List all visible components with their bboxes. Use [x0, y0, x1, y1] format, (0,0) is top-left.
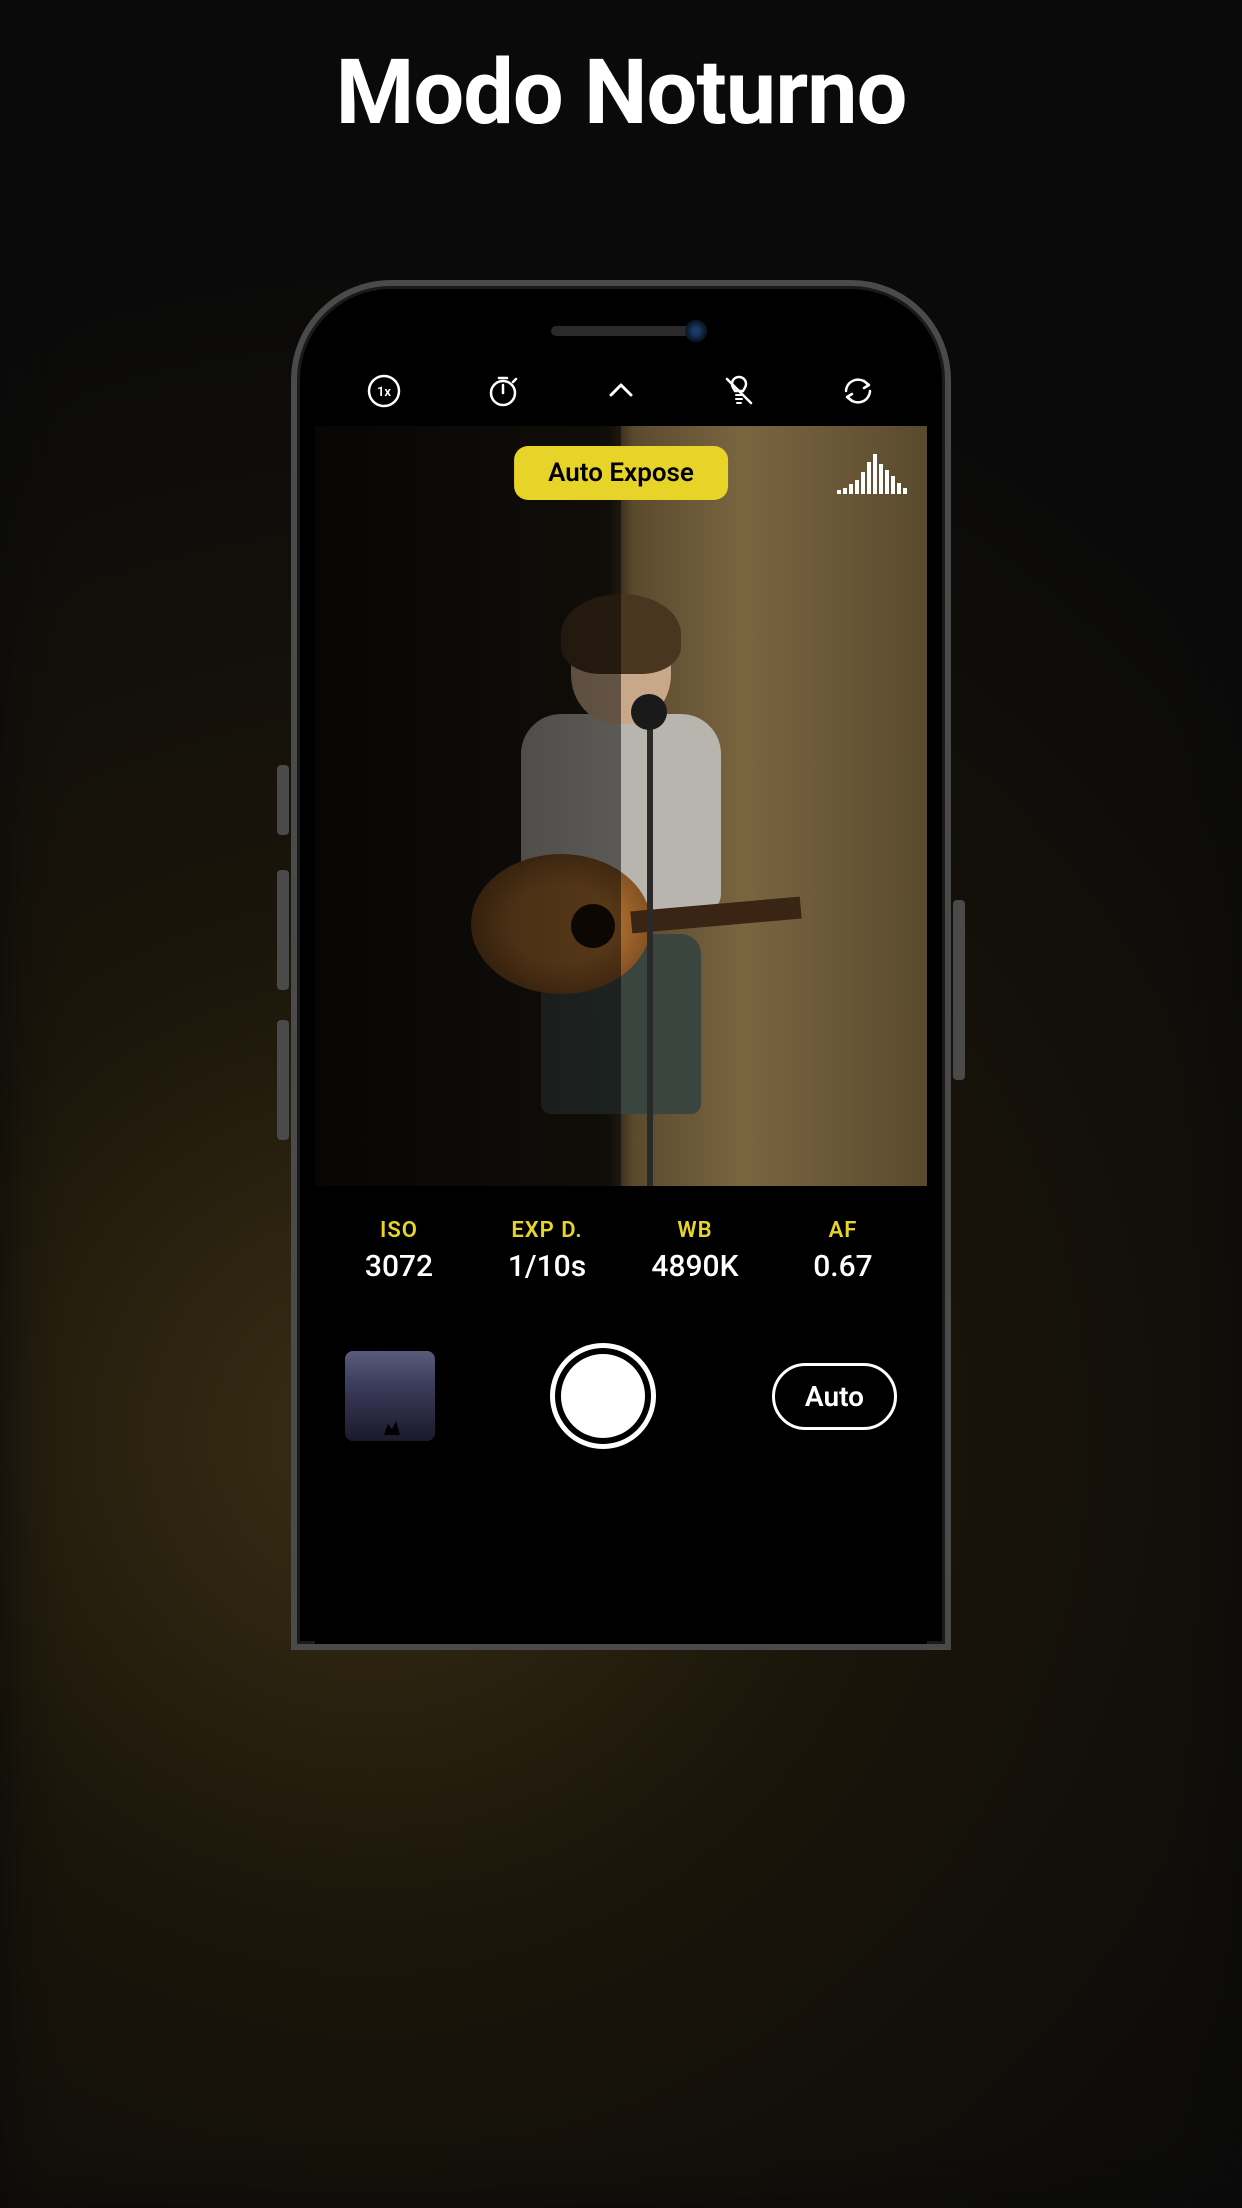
param-expd-label: EXP D.: [473, 1218, 621, 1243]
timer-icon: [485, 373, 521, 409]
histogram-bar: [879, 464, 883, 494]
mode-button[interactable]: Auto: [772, 1363, 897, 1430]
histogram-bar: [873, 454, 877, 494]
phone-volume-down: [277, 1020, 289, 1140]
phone-speaker: [551, 326, 691, 336]
phone-frame: 1x: [291, 280, 951, 1650]
phone-volume-up: [277, 870, 289, 990]
param-af-label: AF: [769, 1218, 917, 1243]
auto-expose-badge[interactable]: Auto Expose: [514, 446, 728, 500]
phone-front-camera: [685, 320, 707, 342]
timer-button[interactable]: [481, 369, 525, 413]
expand-controls-button[interactable]: [599, 369, 643, 413]
zoom-1x-icon: 1x: [366, 373, 402, 409]
param-expd-value: 1/10s: [473, 1249, 621, 1284]
param-autofocus[interactable]: AF 0.67: [769, 1218, 917, 1284]
param-exposure-duration[interactable]: EXP D. 1/10s: [473, 1218, 621, 1284]
histogram-bar: [867, 462, 871, 494]
histogram-bar: [885, 470, 889, 494]
param-white-balance[interactable]: WB 4890K: [621, 1218, 769, 1284]
comparison-dark-overlay: [315, 426, 621, 1186]
flash-off-icon: [721, 373, 757, 409]
gallery-thumbnail[interactable]: [345, 1351, 435, 1441]
headline: Modo Noturno: [0, 40, 1242, 145]
histogram: [837, 454, 907, 494]
zoom-button[interactable]: 1x: [362, 369, 406, 413]
histogram-bar: [891, 476, 895, 494]
bottom-toolbar: Auto: [315, 1306, 927, 1486]
camera-app-screen: 1x: [315, 356, 927, 1644]
phone-power-button: [953, 900, 965, 1080]
exposure-params-row: ISO 3072 EXP D. 1/10s WB 4890K AF 0.67: [315, 1186, 927, 1306]
histogram-bar: [903, 488, 907, 494]
flash-button[interactable]: [717, 369, 761, 413]
shutter-button[interactable]: [555, 1348, 651, 1444]
svg-text:1x: 1x: [377, 385, 391, 400]
histogram-bar: [849, 484, 853, 494]
histogram-bar: [837, 490, 841, 494]
top-toolbar: 1x: [315, 356, 927, 426]
histogram-bar: [843, 488, 847, 494]
param-wb-label: WB: [621, 1218, 769, 1243]
switch-camera-button[interactable]: [836, 369, 880, 413]
chevron-up-icon: [603, 373, 639, 409]
phone-mute-switch: [277, 765, 289, 835]
param-wb-value: 4890K: [621, 1249, 769, 1284]
histogram-bar: [855, 480, 859, 494]
viewfinder[interactable]: Auto Expose: [315, 426, 927, 1186]
microphone: [631, 694, 667, 730]
histogram-bar: [897, 483, 901, 494]
histogram-bar: [861, 472, 865, 494]
mic-stand: [647, 714, 653, 1186]
param-iso-label: ISO: [325, 1218, 473, 1243]
param-iso[interactable]: ISO 3072: [325, 1218, 473, 1284]
camera-switch-icon: [840, 373, 876, 409]
param-iso-value: 3072: [325, 1249, 473, 1284]
param-af-value: 0.67: [769, 1249, 917, 1284]
